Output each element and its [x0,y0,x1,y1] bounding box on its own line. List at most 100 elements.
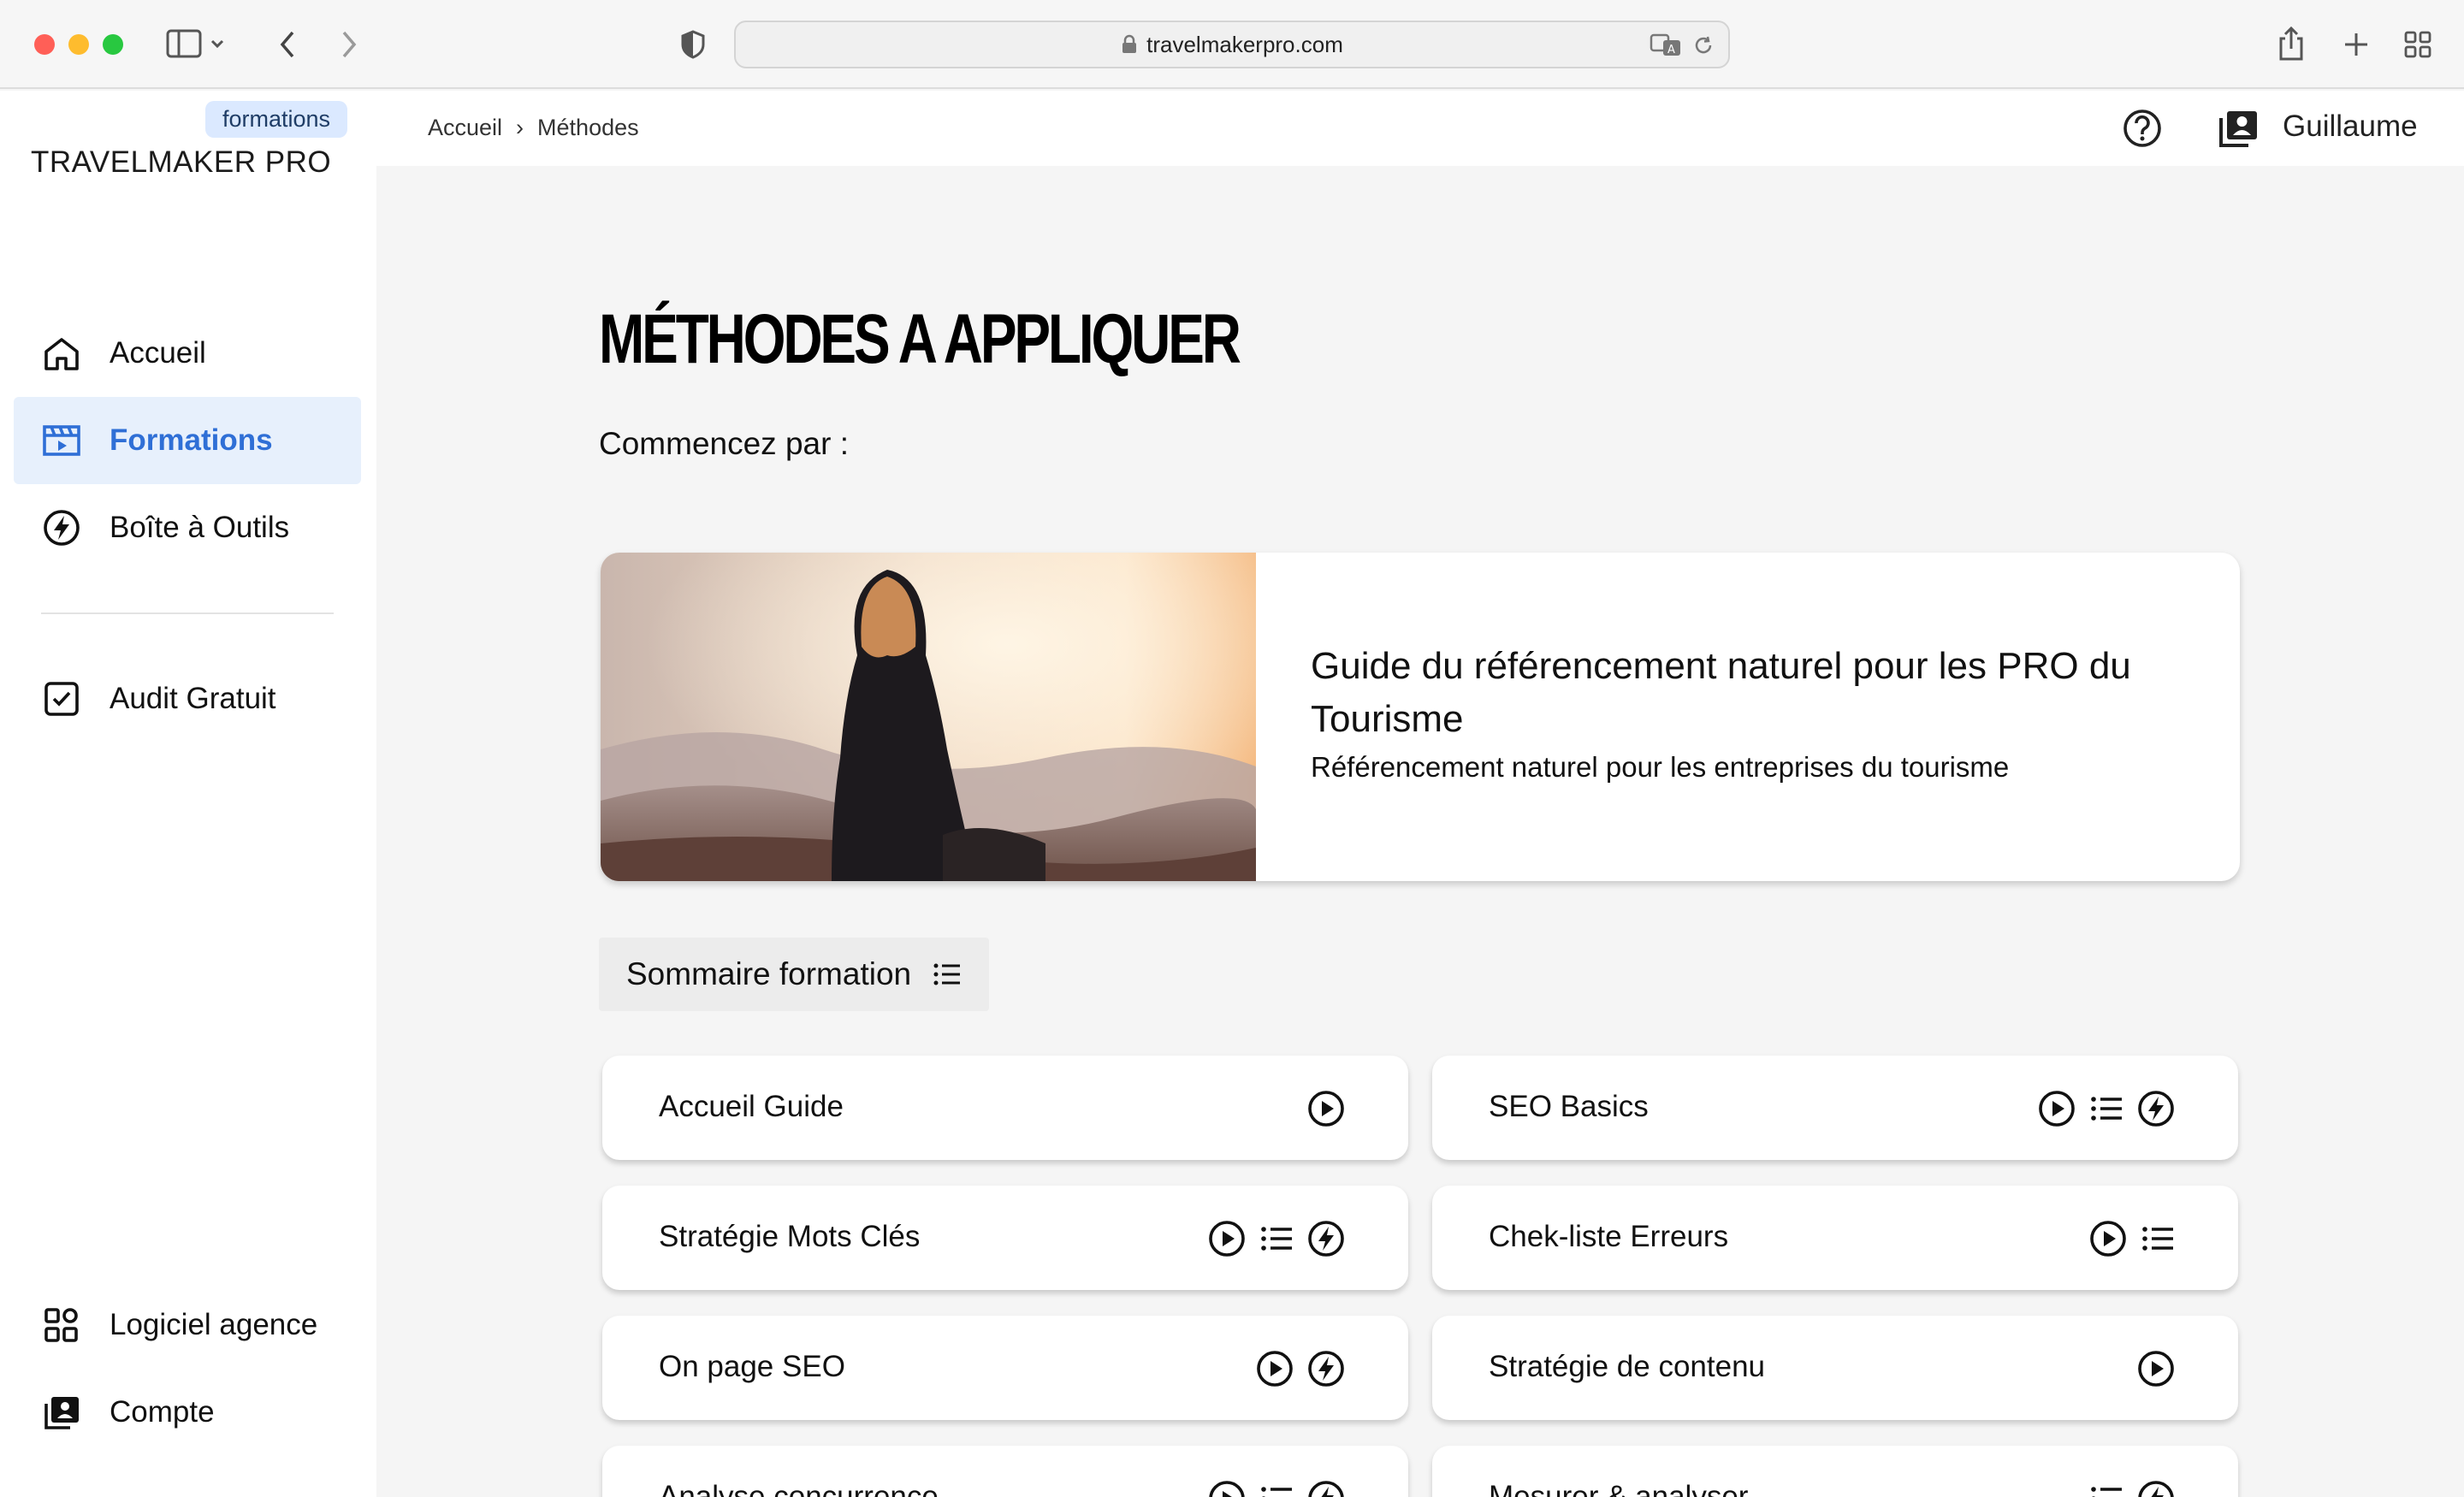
window-close-button[interactable] [34,34,55,55]
sidebar-item-audit-gratuit[interactable]: Audit Gratuit [14,655,361,743]
module-actions [2036,1088,2177,1129]
module-label: Chek-liste Erreurs [1489,1220,1729,1253]
new-tab-button[interactable] [2337,26,2375,63]
breadcrumb-methodes: Méthodes [537,115,639,140]
account-box-icon[interactable] [2214,104,2262,152]
module-card[interactable]: Stratégie de contenu [1432,1316,2238,1420]
check-square-icon [44,682,79,716]
play-circle-icon[interactable] [2088,1218,2129,1259]
summary-label: Sommaire formation [626,956,912,991]
play-circle-icon[interactable] [1254,1348,1295,1389]
window-zoom-button[interactable] [103,34,123,55]
module-actions [1254,1348,1347,1389]
hero-image [601,553,1256,881]
grid-icon [2404,31,2431,58]
share-button[interactable] [2272,22,2310,65]
clapperboard-icon [43,425,80,456]
window-minimize-button[interactable] [68,34,89,55]
bolt-circle-icon[interactable] [1306,1478,1347,1497]
module-card[interactable]: Accueil Guide [602,1056,1408,1160]
module-label: Stratégie Mots Clés [659,1220,921,1253]
module-actions [1206,1218,1347,1259]
reload-icon[interactable] [1692,34,1715,56]
module-actions [2088,1218,2177,1259]
shield-icon [681,30,705,59]
help-icon[interactable] [2118,104,2166,152]
breadcrumb-accueil[interactable]: Accueil [428,115,502,141]
sidebar: formations TRAVELMAKER PRO Accueil Forma… [0,91,376,1497]
sidebar-item-label: Accueil [110,336,206,370]
play-circle-icon[interactable] [2135,1348,2177,1389]
list-icon[interactable] [2088,1090,2125,1127]
chevron-right-icon [342,31,357,58]
sidebar-item-boite-a-outils[interactable]: Boîte à Outils [14,484,361,571]
module-label: Accueil Guide [659,1090,844,1123]
back-button[interactable] [270,26,305,63]
module-actions [1306,1088,1347,1129]
list-icon[interactable] [2139,1220,2177,1257]
sidebar-item-formations[interactable]: Formations [14,397,361,484]
translate-icon[interactable]: A [1650,33,1684,58]
intro-text: Commencez par : [599,426,849,461]
list-icon[interactable] [1258,1220,1295,1257]
formations-badge: formations [205,101,348,138]
module-card[interactable]: Chek-liste Erreurs [1432,1186,2238,1290]
tab-overview-button[interactable] [2399,26,2437,63]
hero-title[interactable]: Guide du référencement naturel pour les … [1311,640,2166,746]
apps-grid-icon [44,1308,78,1342]
forward-button[interactable] [332,26,366,63]
summary-button[interactable]: Sommaire formation [599,938,989,1011]
list-icon[interactable] [2088,1480,2125,1497]
module-label: Stratégie de contenu [1489,1350,1766,1383]
sidebar-icon [166,29,224,58]
module-label: SEO Basics [1489,1090,1649,1123]
module-card[interactable]: SEO Basics [1432,1056,2238,1160]
module-label: Mesurer & analyser [1489,1480,1749,1497]
url-text: travelmakerpro.com [1146,31,1343,57]
bolt-circle-icon[interactable] [2135,1478,2177,1497]
bolt-circle-icon[interactable] [1306,1348,1347,1389]
list-icon[interactable] [1258,1480,1295,1497]
play-circle-icon[interactable] [1306,1088,1347,1129]
sidebar-item-compte[interactable]: Compte [14,1369,361,1456]
list-icon [933,963,961,985]
module-label: On page SEO [659,1350,845,1383]
hero-subtitle: Référencement naturel pour les entrepris… [1311,751,2010,783]
brand-logo[interactable]: TRAVELMAKER PRO [31,145,331,180]
share-icon [2279,26,2303,61]
address-bar[interactable]: travelmakerpro.com A [734,21,1730,68]
account-box-icon [44,1397,79,1429]
user-name[interactable]: Guillaume [2283,109,2418,144]
page-title: MÉTHODES A APPLIQUER [599,300,1241,378]
sidebar-item-accueil[interactable]: Accueil [14,310,361,397]
module-actions [2135,1348,2177,1389]
svg-text:A: A [1667,44,1675,56]
module-actions [1206,1478,1347,1497]
bolt-circle-icon [44,510,80,546]
sidebar-item-logiciel-agence[interactable]: Logiciel agence [14,1281,361,1369]
module-card[interactable]: Analyse concurrence [602,1446,1408,1497]
sidebar-toggle-button[interactable] [164,26,226,63]
bolt-circle-icon[interactable] [2135,1088,2177,1129]
sidebar-item-label: Compte [110,1395,215,1429]
top-bar: Accueil › Méthodes Guillaume [376,91,2464,166]
lock-icon [1122,34,1137,53]
play-circle-icon[interactable] [1206,1218,1247,1259]
play-circle-icon[interactable] [1206,1478,1247,1497]
breadcrumb: Accueil › Méthodes [428,115,639,141]
privacy-shield-button[interactable] [676,26,710,63]
hero-card[interactable]: Guide du référencement naturel pour les … [601,553,2240,881]
sidebar-item-label: Formations [110,423,273,457]
module-card[interactable]: Stratégie Mots Clés [602,1186,1408,1290]
module-card[interactable]: Mesurer & analyser [1432,1446,2238,1497]
plus-icon [2345,33,2367,56]
sidebar-item-label: Audit Gratuit [110,682,276,715]
module-label: Analyse concurrence [659,1480,939,1497]
bolt-circle-icon[interactable] [1306,1218,1347,1259]
module-card[interactable]: On page SEO [602,1316,1408,1420]
play-circle-icon[interactable] [2036,1088,2077,1129]
module-actions [2088,1478,2177,1497]
browser-toolbar: travelmakerpro.com A [0,0,2464,89]
chevron-left-icon [280,31,294,58]
sidebar-divider [41,612,334,614]
